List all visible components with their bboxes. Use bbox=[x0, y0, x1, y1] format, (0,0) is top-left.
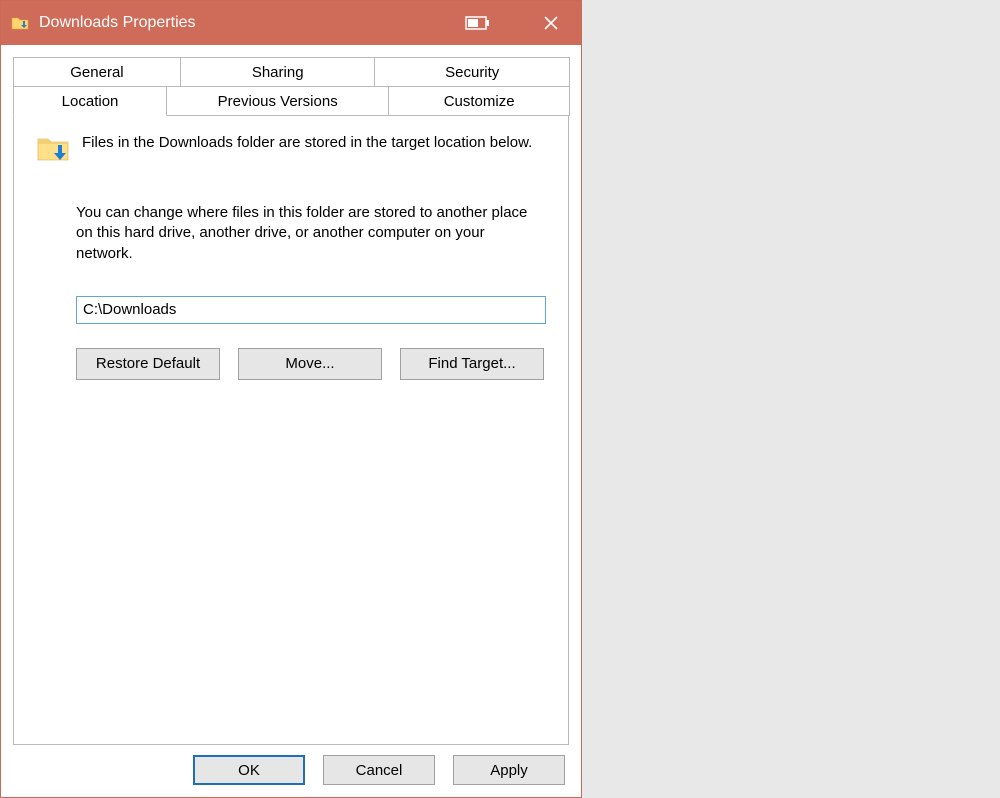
close-icon bbox=[543, 15, 559, 31]
apply-button[interactable]: Apply bbox=[453, 755, 565, 785]
location-button-row: Restore Default Move... Find Target... bbox=[76, 348, 546, 380]
cancel-button[interactable]: Cancel bbox=[323, 755, 435, 785]
dialog-client-area: General Sharing Security Location Previo… bbox=[1, 45, 581, 797]
ok-button[interactable]: OK bbox=[193, 755, 305, 785]
tab-strip: General Sharing Security Location Previo… bbox=[13, 57, 569, 116]
dialog-button-bar: OK Cancel Apply bbox=[13, 755, 569, 787]
tab-customize[interactable]: Customize bbox=[388, 86, 570, 116]
tab-content-location: Files in the Downloads folder are stored… bbox=[13, 115, 569, 745]
move-button[interactable]: Move... bbox=[238, 348, 382, 380]
tab-general[interactable]: General bbox=[13, 57, 181, 86]
tab-security[interactable]: Security bbox=[374, 57, 570, 86]
title-bar[interactable]: Downloads Properties bbox=[1, 1, 581, 45]
path-input[interactable] bbox=[76, 296, 546, 324]
find-target-button[interactable]: Find Target... bbox=[400, 348, 544, 380]
location-description-1: Files in the Downloads folder are stored… bbox=[82, 133, 532, 153]
close-button[interactable] bbox=[521, 1, 581, 45]
battery-icon bbox=[465, 15, 491, 31]
tab-previous-versions[interactable]: Previous Versions bbox=[166, 86, 389, 116]
tab-sharing[interactable]: Sharing bbox=[180, 57, 376, 86]
location-description-2: You can change where files in this folde… bbox=[76, 203, 536, 264]
tab-location[interactable]: Location bbox=[13, 86, 167, 116]
window-title: Downloads Properties bbox=[39, 14, 196, 32]
folder-app-icon bbox=[11, 14, 29, 32]
downloads-folder-icon bbox=[36, 131, 70, 169]
properties-dialog: Downloads Properties General Sharing Sec… bbox=[0, 0, 582, 798]
restore-default-button[interactable]: Restore Default bbox=[76, 348, 220, 380]
